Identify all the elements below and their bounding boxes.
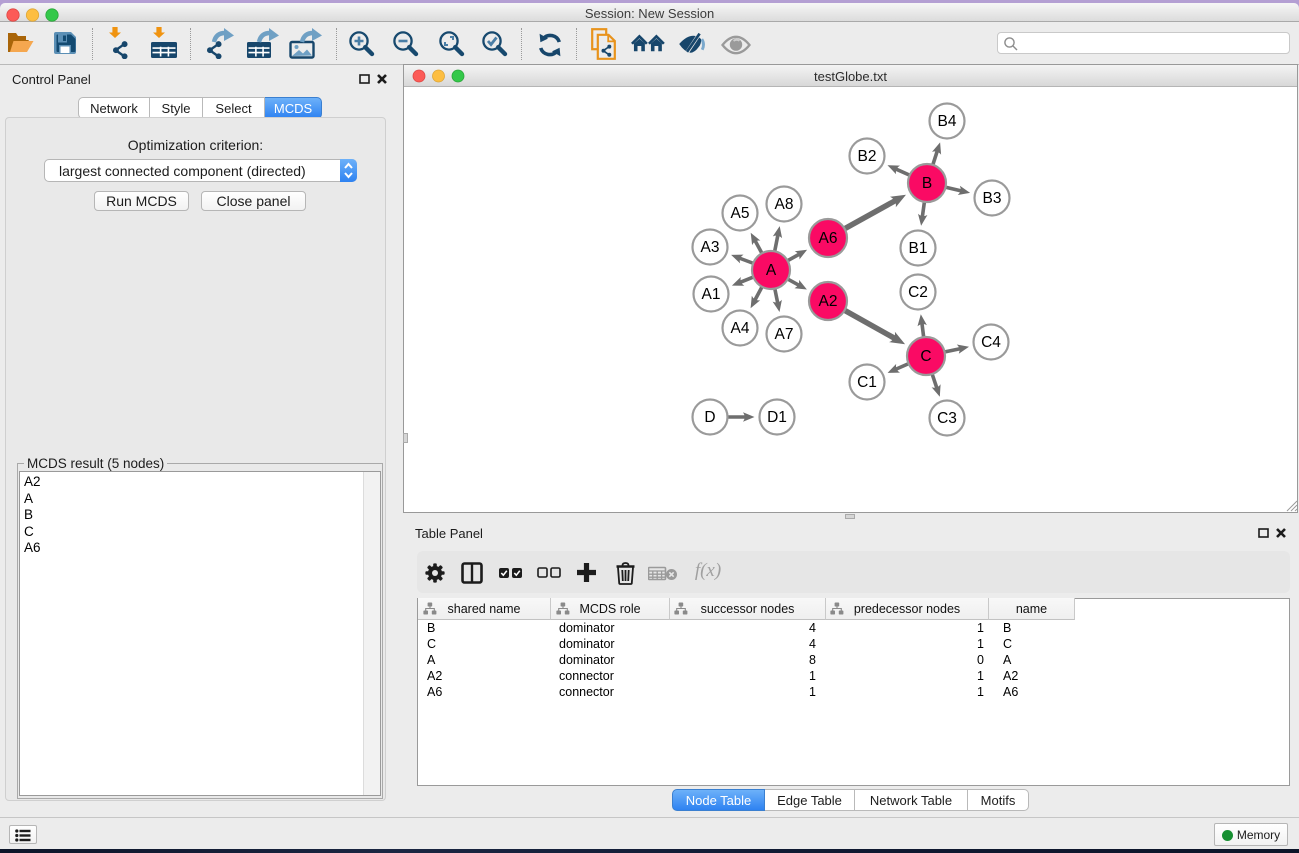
svg-text:B2: B2 — [858, 148, 877, 165]
svg-text:B: B — [922, 175, 932, 192]
svg-text:B1: B1 — [909, 240, 928, 257]
svg-text:C4: C4 — [981, 334, 1001, 351]
svg-text:B3: B3 — [983, 190, 1002, 207]
svg-text:D: D — [704, 409, 715, 426]
svg-text:A: A — [766, 262, 777, 279]
svg-text:D1: D1 — [767, 409, 787, 426]
svg-text:C1: C1 — [857, 374, 877, 391]
svg-text:C3: C3 — [937, 410, 957, 427]
svg-text:A6: A6 — [819, 230, 838, 247]
svg-text:A2: A2 — [819, 293, 838, 310]
svg-text:B4: B4 — [938, 113, 957, 130]
svg-text:A1: A1 — [702, 286, 721, 303]
svg-text:C: C — [920, 348, 931, 365]
svg-text:A8: A8 — [775, 196, 794, 213]
svg-text:A7: A7 — [775, 326, 794, 343]
svg-text:C2: C2 — [908, 284, 928, 301]
svg-text:A3: A3 — [701, 239, 720, 256]
svg-text:A4: A4 — [731, 320, 750, 337]
svg-text:A5: A5 — [731, 205, 750, 222]
